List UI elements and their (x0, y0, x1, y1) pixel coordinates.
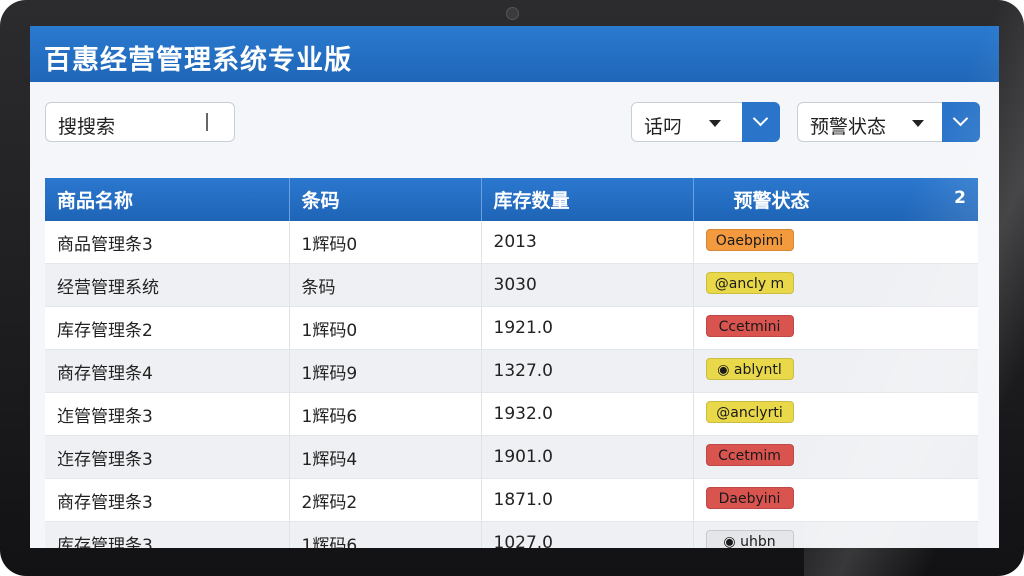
column-header-alert-status[interactable]: 预警状态 2 (693, 178, 978, 221)
alert-status-dropdown-button[interactable] (942, 102, 980, 142)
cell-stock: 1871.0 (481, 478, 694, 522)
table-row[interactable]: 迮存管理条3 1辉码4 1901.0 Ccetmim (45, 435, 978, 479)
status-badge: Daebyini (705, 486, 794, 509)
table-row[interactable]: 商存管理条3 2辉码2 1871.0 Daebyini (45, 478, 978, 522)
table-row[interactable]: 迮管管理条3 1辉码6 1932.0 @anclyrti (45, 392, 978, 436)
cell-product-name: 商存管理条3 (45, 478, 290, 522)
alert-status-dropdown-label: 预警状态 (810, 116, 887, 138)
cell-product-name: 经营管理系统 (45, 263, 290, 307)
column-header-alert-status-label: 预警状态 (733, 190, 810, 212)
title-bar: 百惠经营管理系统专业版 (30, 26, 999, 82)
column-header-product-name[interactable]: 商品名称 (45, 178, 290, 221)
filter-dropdown-1-label: 话叼 (644, 116, 683, 138)
chevron-down-icon (952, 110, 969, 127)
app-title: 百惠经营管理系统专业版 (44, 45, 352, 76)
cell-stock: 1932.0 (481, 392, 694, 436)
cell-alert-status: ◉ uhbn (693, 521, 978, 548)
table-body: 商品管理条3 1辉码0 2013 Oaebpimi 经营管理系统 条码 3030 @ancl… (45, 221, 978, 548)
status-badge: Ccetmim (705, 443, 794, 466)
cell-barcode: 1辉码9 (289, 349, 482, 393)
cell-alert-status: Ccetmim (693, 435, 978, 479)
status-badge: @anclyrti (705, 400, 794, 423)
cell-stock: 1327.0 (481, 349, 694, 393)
status-badge: ◉ ablyntl (705, 357, 794, 380)
cell-product-name: 库存管理条2 (45, 306, 290, 350)
status-badge: ◉ uhbn (705, 529, 794, 548)
column-header-stock[interactable]: 库存数量 (481, 178, 694, 221)
cell-alert-status: @ancly m (693, 263, 978, 307)
cell-barcode: 1辉码0 (289, 306, 482, 350)
column-header-barcode[interactable]: 条码 (289, 178, 482, 221)
cell-alert-status: ◉ ablyntl (693, 349, 978, 393)
cell-alert-status: Oaebpimi (693, 221, 978, 264)
cell-product-name: 迮管管理条3 (45, 392, 290, 436)
filter-dropdown-1[interactable]: 话叼 (631, 102, 780, 142)
device-bezel: 百惠经营管理系统专业版 搜搜索 话叼 预警状态 商品名称 条码 库存数量 预警状… (0, 0, 1024, 576)
cell-product-name: 商品管理条3 (45, 221, 290, 264)
filter-dropdown-1-button[interactable] (742, 102, 780, 142)
table-header-row: 商品名称 条码 库存数量 预警状态 2 (45, 178, 978, 221)
table-row[interactable]: 库存管理条3 1辉码6 1027.0 ◉ uhbn (45, 521, 978, 548)
sort-icon[interactable]: 2 (954, 188, 966, 208)
cell-stock: 1921.0 (481, 306, 694, 350)
cell-alert-status: @anclyrti (693, 392, 978, 436)
table-row[interactable]: 库存管理条2 1辉码0 1921.0 Ccetmini (45, 306, 978, 350)
cell-alert-status: Daebyini (693, 478, 978, 522)
cell-barcode: 1辉码6 (289, 521, 482, 548)
cell-stock: 2013 (481, 221, 694, 264)
table-row[interactable]: 商存管理条4 1辉码9 1327.0 ◉ ablyntl (45, 349, 978, 393)
status-badge: Oaebpimi (705, 228, 794, 251)
cell-stock: 1027.0 (481, 521, 694, 548)
cell-barcode: 条码 (289, 263, 482, 307)
table-row[interactable]: 商品管理条3 1辉码0 2013 Oaebpimi (45, 221, 978, 264)
cell-product-name: 迮存管理条3 (45, 435, 290, 479)
camera-icon (506, 7, 519, 20)
cell-barcode: 1辉码0 (289, 221, 482, 264)
caret-down-icon (912, 120, 924, 127)
text-caret-icon (206, 113, 208, 131)
chevron-down-icon (752, 110, 769, 127)
caret-down-icon (709, 120, 721, 127)
cell-barcode: 1辉码6 (289, 392, 482, 436)
search-placeholder: 搜搜索 (58, 116, 116, 138)
status-badge: Ccetmini (705, 314, 794, 337)
status-badge: @ancly m (705, 271, 794, 294)
cell-stock: 3030 (481, 263, 694, 307)
table-row[interactable]: 经营管理系统 条码 3030 @ancly m (45, 263, 978, 307)
alert-status-dropdown[interactable]: 预警状态 (797, 102, 980, 142)
cell-barcode: 1辉码4 (289, 435, 482, 479)
search-input[interactable]: 搜搜索 (45, 102, 235, 142)
app-screen: 百惠经营管理系统专业版 搜搜索 话叼 预警状态 商品名称 条码 库存数量 预警状… (30, 26, 999, 548)
cell-alert-status: Ccetmini (693, 306, 978, 350)
cell-product-name: 库存管理条3 (45, 521, 290, 548)
cell-barcode: 2辉码2 (289, 478, 482, 522)
inventory-table: 商品名称 条码 库存数量 预警状态 2 商品管理条3 1辉码0 2013 Oaebpi… (45, 178, 978, 548)
cell-product-name: 商存管理条4 (45, 349, 290, 393)
cell-stock: 1901.0 (481, 435, 694, 479)
